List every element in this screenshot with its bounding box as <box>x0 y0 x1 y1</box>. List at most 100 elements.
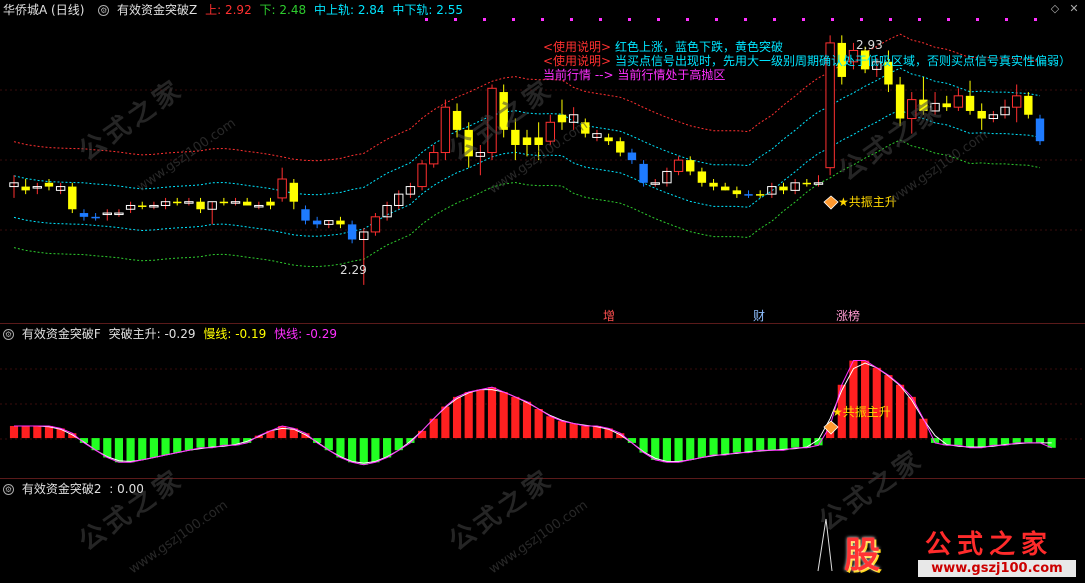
histogram-bar <box>522 401 532 439</box>
histogram-bar <box>896 384 905 439</box>
candle-body <box>44 182 54 187</box>
histogram-bar <box>184 438 193 451</box>
note-3-text: 当前行情处于高抛区 <box>617 68 726 82</box>
signal-dot <box>599 18 602 21</box>
histogram-bar <box>779 438 788 451</box>
signal-dot <box>947 18 950 21</box>
candle-body <box>138 205 147 207</box>
signal-dot <box>744 18 747 21</box>
value-label: : <box>109 482 114 496</box>
diamond-icon <box>823 195 839 210</box>
candle-body <box>522 137 532 145</box>
stock-name[interactable]: 华侨城A (日线) <box>3 3 84 17</box>
histogram-bar <box>219 438 228 446</box>
main-value: -0.29 <box>164 327 196 341</box>
up-label: 上: <box>205 3 222 17</box>
logo-name: 公式之家 <box>925 530 1054 560</box>
histogram-bar <box>138 438 147 460</box>
candle-body <box>953 95 964 108</box>
histogram-bar <box>662 438 671 463</box>
candle-body <box>336 220 345 225</box>
candle-body <box>301 209 310 221</box>
signal-dot <box>1034 18 1037 21</box>
candle-body <box>91 216 100 219</box>
price-header: 华侨城A (日线) ⚙ 有效资金突破Z 上: 2.92 下: 2.48 中上轨:… <box>0 0 467 20</box>
histogram-bar <box>452 396 462 439</box>
candle-body <box>173 201 182 204</box>
histogram-bar <box>557 421 567 439</box>
event-tag-zhangbang[interactable]: 涨榜 <box>836 307 860 324</box>
histogram-bar <box>744 438 753 453</box>
histogram-bar <box>33 425 42 439</box>
histogram-bar <box>278 425 287 439</box>
event-tag-cai[interactable]: 财 <box>753 307 765 324</box>
histogram-bar <box>173 438 182 453</box>
histogram-bar <box>149 438 158 458</box>
candle-body <box>686 160 695 172</box>
fast-label: 快线: <box>274 327 303 341</box>
candle-body <box>79 213 89 217</box>
oscillator-chart[interactable] <box>0 324 1085 478</box>
histogram-bar <box>732 438 741 453</box>
settings-icon[interactable]: ⚙ <box>3 329 14 340</box>
candle-body <box>942 103 951 108</box>
candle-body <box>639 163 648 183</box>
histogram-bar <box>802 438 811 448</box>
indicator-name[interactable]: 有效资金突破2 <box>22 482 102 496</box>
candle-body <box>779 186 788 191</box>
settings-icon[interactable]: ⚙ <box>3 484 14 495</box>
histogram-bar <box>21 425 30 439</box>
histogram-bar <box>791 438 800 448</box>
histogram-bar <box>359 438 368 465</box>
candle-body <box>965 95 975 111</box>
signal-dot <box>686 18 689 21</box>
slow-label: 慢线: <box>203 327 232 341</box>
settings-icon[interactable]: ⚙ <box>98 5 110 16</box>
logo-glyph: 股 <box>844 535 881 576</box>
resonance-label: ★共振主升 <box>832 405 891 419</box>
mid-up-value: 2.84 <box>357 3 385 17</box>
indicator-name[interactable]: 有效资金突破Z <box>117 3 197 17</box>
candle-body <box>977 110 986 119</box>
signal-dot <box>860 18 863 21</box>
candle-body <box>266 201 275 206</box>
histogram-bar <box>756 438 765 451</box>
histogram-bar <box>1012 438 1021 443</box>
histogram-bar <box>464 392 473 439</box>
histogram-bar <box>126 438 135 463</box>
logo-url: www.gszj100.com <box>918 560 1076 577</box>
indicator-name[interactable]: 有效资金突破F <box>22 327 101 341</box>
candle-body <box>429 152 439 165</box>
histogram-bar <box>989 438 998 446</box>
signal-dot <box>918 18 921 21</box>
mid-up-label: 中上轨: <box>313 3 354 17</box>
mid-down-label: 中下轨: <box>392 3 433 17</box>
histogram-bar <box>849 360 858 439</box>
candle-body <box>347 224 357 240</box>
close-icon[interactable]: ✕ <box>1068 3 1080 15</box>
signal-dot <box>1005 18 1008 21</box>
collapse-icon[interactable]: ◇ <box>1049 3 1061 15</box>
candle-body <box>697 171 707 183</box>
candle-body <box>604 137 613 142</box>
histogram-bar <box>511 396 520 439</box>
high-price-label: 2.93 <box>856 38 883 52</box>
signal-dot <box>889 18 892 21</box>
main-label: 突破主升: <box>108 327 161 341</box>
event-tag-zeng[interactable]: 增 <box>603 307 615 324</box>
histogram-bar <box>546 416 555 439</box>
histogram-bar <box>569 423 578 439</box>
signal-dot <box>773 18 776 21</box>
candle-body <box>709 182 718 187</box>
candle-body <box>732 190 742 195</box>
slow-value: -0.19 <box>235 327 267 341</box>
signal-dot <box>715 18 718 21</box>
oscillator-panel[interactable]: ⚙ 有效资金突破F 突破主升: -0.29 慢线: -0.19 快线: -0.2… <box>0 323 1085 478</box>
histogram-bar <box>441 406 450 439</box>
histogram-bar <box>499 392 508 439</box>
note-3-tag: 当前行情 --> <box>543 68 614 82</box>
candle-body <box>21 186 30 191</box>
candle-body <box>802 182 812 185</box>
signal-dot <box>976 18 979 21</box>
histogram-bar <box>1024 438 1033 443</box>
